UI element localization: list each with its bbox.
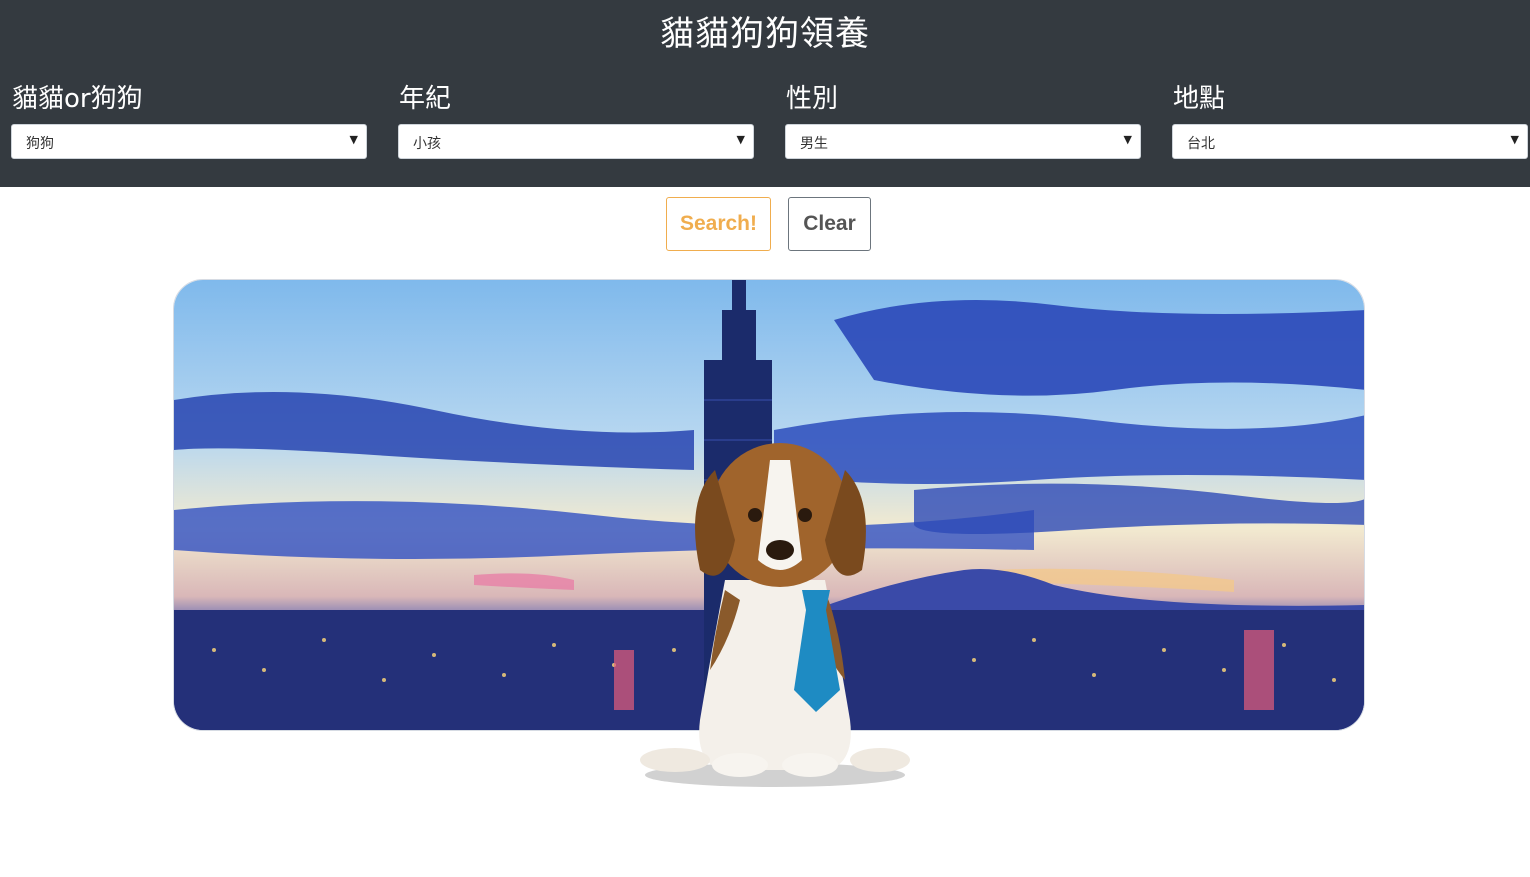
puppy-with-tie-image — [630, 420, 920, 790]
filter-location-label: 地點 — [1173, 84, 1226, 114]
filter-gender-label: 性別 — [786, 84, 839, 114]
puppy-icon — [640, 443, 910, 787]
gender-select-value: 男生 — [800, 136, 828, 152]
search-button[interactable]: Search! — [666, 197, 771, 251]
filter-gender: 性別 男生 ▼ — [785, 80, 1141, 159]
chevron-down-icon: ▼ — [1123, 133, 1132, 146]
species-select-value: 狗狗 — [26, 136, 54, 152]
age-select-value: 小孩 — [413, 136, 441, 152]
filter-age: 年紀 小孩 ▼ — [398, 80, 754, 159]
location-select[interactable]: 台北 ▼ — [1172, 124, 1528, 159]
gender-select[interactable]: 男生 ▼ — [785, 124, 1141, 159]
clear-button[interactable]: Clear — [788, 197, 871, 251]
filter-species-label: 貓貓or狗狗 — [12, 84, 143, 114]
header-bar: 貓貓狗狗領養 貓貓or狗狗 狗狗 ▼ 年紀 小孩 ▼ 性別 男生 ▼ 地點 台北… — [0, 0, 1530, 187]
filter-location: 地點 台北 ▼ — [1172, 80, 1528, 159]
page-title: 貓貓狗狗領養 — [660, 14, 870, 54]
chevron-down-icon: ▼ — [1510, 133, 1519, 146]
species-select[interactable]: 狗狗 ▼ — [11, 124, 367, 159]
filter-age-label: 年紀 — [399, 84, 452, 114]
filter-species: 貓貓or狗狗 狗狗 ▼ — [11, 80, 367, 159]
age-select[interactable]: 小孩 ▼ — [398, 124, 754, 159]
location-select-value: 台北 — [1187, 136, 1215, 152]
chevron-down-icon: ▼ — [736, 133, 745, 146]
chevron-down-icon: ▼ — [349, 133, 358, 146]
